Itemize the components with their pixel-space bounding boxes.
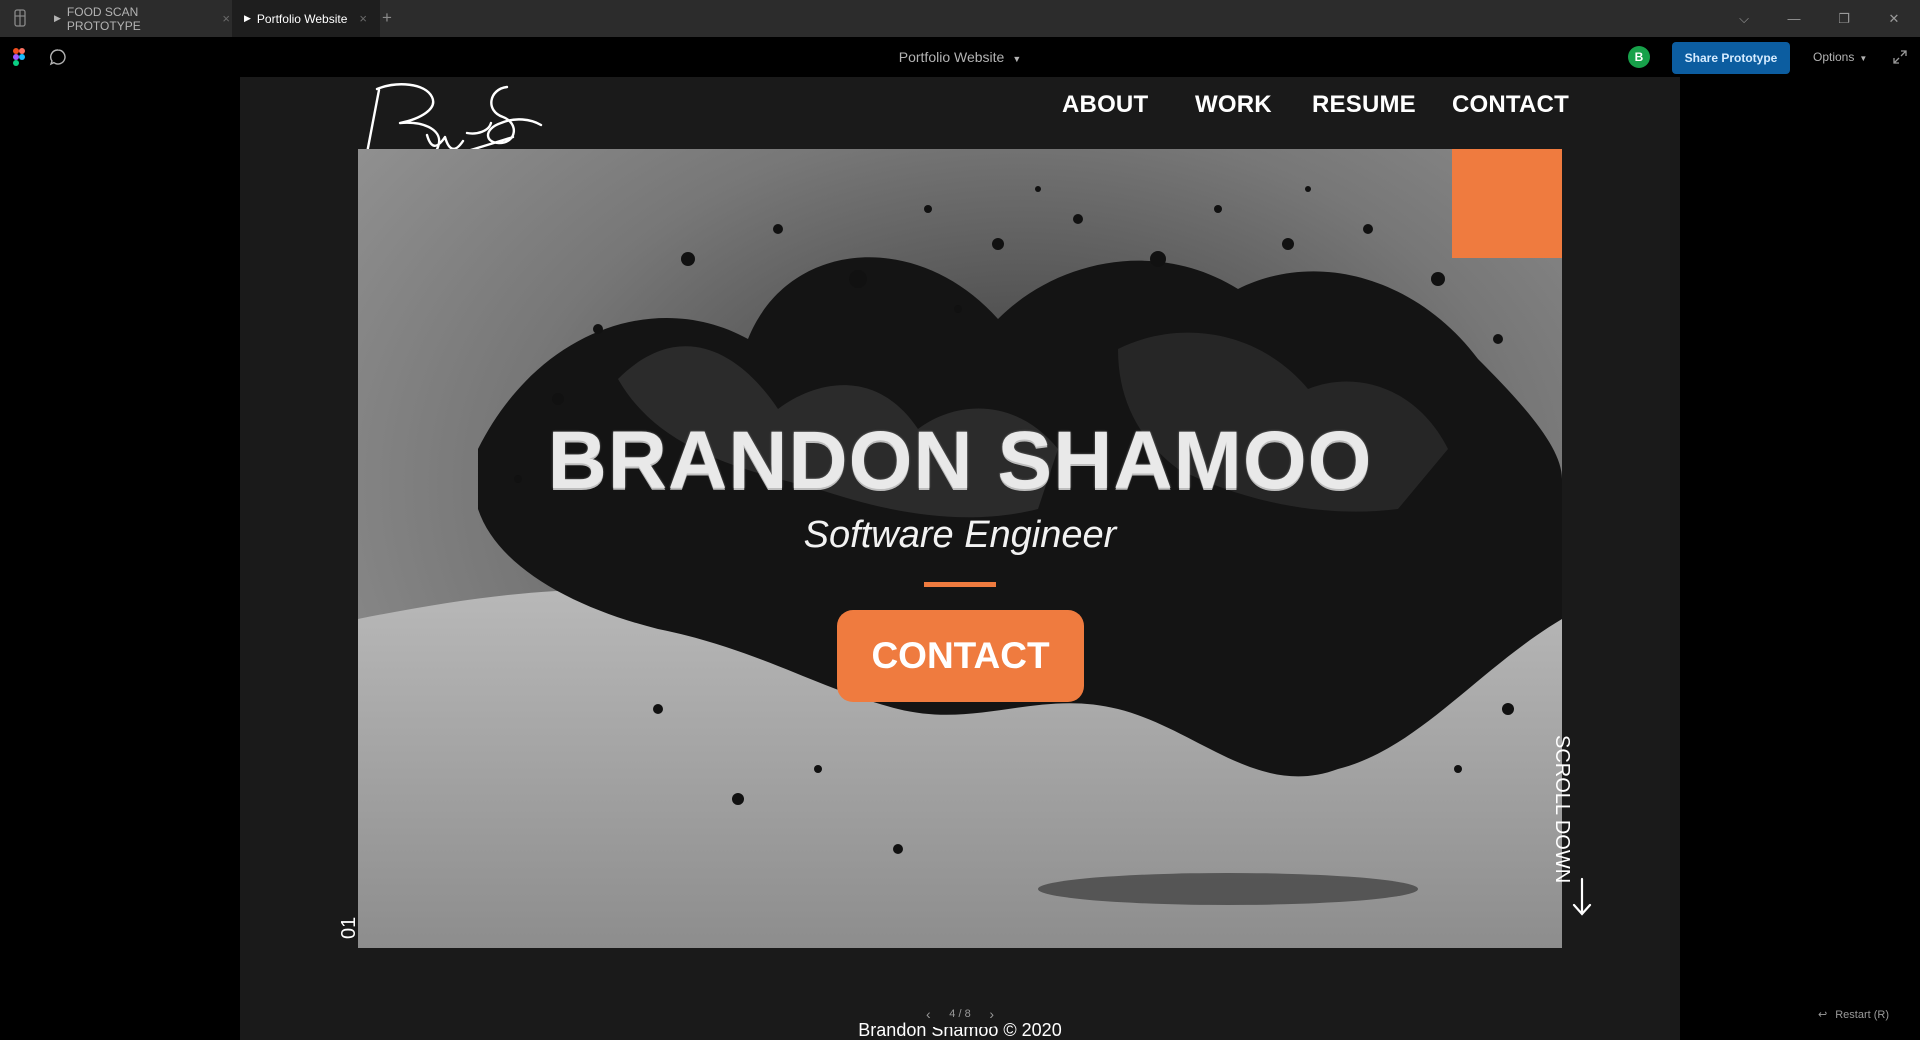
tab-label: FOOD SCAN PROTOTYPE [66,4,141,33]
play-icon: ▶ [54,13,61,23]
app-tab-bar: ▶ FOOD SCAN PROTOTYPE × ▶ Portfolio Webs… [0,0,1920,37]
nav-about[interactable]: ABOUT [1062,91,1148,119]
close-tab-icon[interactable]: × [359,11,367,26]
scroll-down-label[interactable]: SCROLL DOWN [1550,735,1573,883]
chevron-right-icon[interactable]: › [989,1006,994,1022]
share-prototype-button[interactable]: Share Prototype [1672,42,1790,74]
restore-icon[interactable]: ❐ [1820,0,1868,37]
slide-number: 01 [338,916,360,939]
tab-food-scan-prototype[interactable]: ▶ FOOD SCAN PROTOTYPE × [52,0,230,37]
figma-menu-icon[interactable] [12,9,28,27]
tab-portfolio-website[interactable]: ▶ Portfolio Website × [232,0,380,37]
page-indicator-label: 4 / 8 [949,1008,971,1020]
restart-icon: ↩ [1818,1009,1828,1021]
arrow-down-icon[interactable] [1571,877,1593,917]
play-icon: ▶ [244,13,251,23]
tab-label: Portfolio Website [256,11,348,26]
accent-square [1452,149,1562,258]
restart-label: Restart (R) [1835,1009,1889,1021]
hero-role: Software Engineer [803,514,1117,556]
tabs-dropdown-icon[interactable]: ⌵ [1720,0,1768,37]
expand-icon[interactable] [1892,49,1908,65]
close-tab-icon[interactable]: × [222,11,230,26]
contact-button[interactable]: CONTACT [837,610,1084,702]
prototype-toolbar: Portfolio Website ▼ B Share Prototype Opt… [0,37,1920,77]
avatar[interactable]: B [1628,46,1650,68]
options-label: Options [1813,50,1855,64]
nav-resume[interactable]: RESUME [1312,91,1416,119]
chevron-left-icon[interactable]: ‹ [926,1006,931,1022]
hero-name: BRANDON SHAMOO [547,415,1373,506]
restart-button[interactable]: ↩ Restart (R) [1818,1008,1889,1021]
chevron-down-icon: ▼ [1012,54,1022,64]
chevron-down-icon: ▼ [1859,54,1868,63]
new-tab-button[interactable]: + [382,8,392,28]
prototype-frame: ABOUT WORK RESUME CONTACT BRANDON SHAMOO… [240,77,1680,1040]
file-title-label: Portfolio Website [898,49,1005,65]
nav-work[interactable]: WORK [1195,91,1272,119]
options-menu[interactable]: Options ▼ [1813,50,1867,64]
page-indicator: ‹ 4 / 8 › [916,1001,1004,1027]
hero-section: BRANDON SHAMOO Software Engineer CONTACT [358,149,1562,948]
nav-contact[interactable]: CONTACT [1452,91,1569,119]
close-window-icon[interactable]: ✕ [1870,0,1918,37]
divider [924,582,996,587]
minimize-icon[interactable]: — [1770,0,1818,37]
